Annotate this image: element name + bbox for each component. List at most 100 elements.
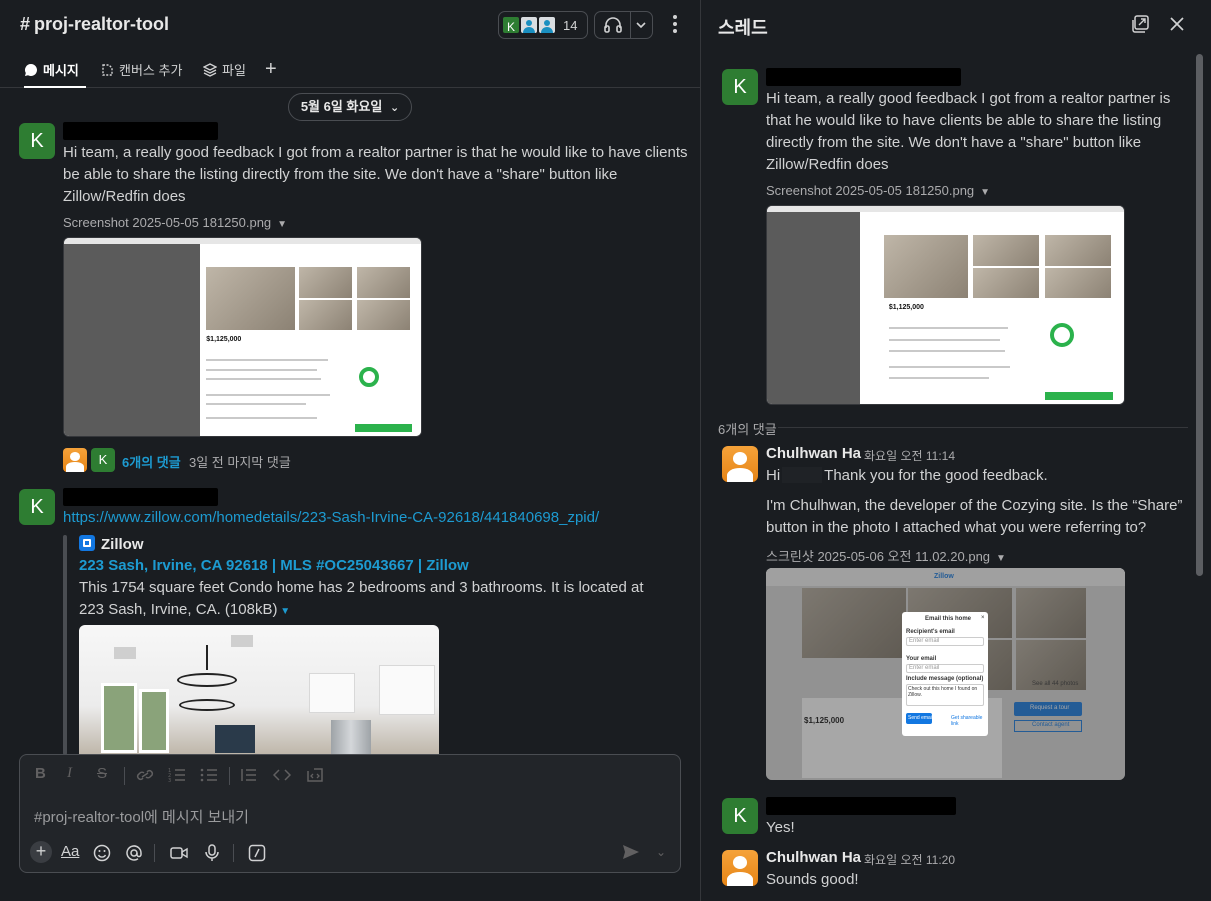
send-icon[interactable] bbox=[622, 844, 640, 860]
recipient-placeholder: Enter email bbox=[909, 638, 940, 644]
blockquote-icon[interactable] bbox=[240, 767, 258, 783]
attached-screenshot[interactable]: $1,125,000 bbox=[63, 237, 422, 437]
text-format-toggle[interactable]: Aa bbox=[61, 843, 79, 860]
channel-pane: # proj-realtor-tool K 14 메시지 캔버스 추가 파일 +… bbox=[0, 0, 701, 901]
avatar[interactable]: K bbox=[722, 798, 758, 834]
channel-name: proj-realtor-tool bbox=[34, 14, 170, 34]
tab-files-label: 파일 bbox=[222, 63, 246, 78]
video-icon[interactable] bbox=[170, 845, 188, 861]
add-tab-button[interactable]: + bbox=[265, 58, 277, 81]
strikethrough-button[interactable]: S bbox=[97, 765, 107, 782]
headphones-icon bbox=[604, 17, 622, 33]
message-input[interactable]: #proj-realtor-tool에 메시지 보내기 bbox=[34, 806, 249, 827]
thread-reply-count[interactable]: 6개의 댓글 bbox=[122, 452, 181, 471]
message-value: Check out this home I found on Zillow. bbox=[908, 686, 978, 698]
unfurl-description: This 1754 square feet Condo home has 2 b… bbox=[79, 577, 649, 623]
reply-text: Yes! bbox=[766, 819, 795, 836]
reply-text-line1: Hi Thank you for the good feedback. bbox=[766, 465, 1186, 487]
date-divider[interactable]: 5월 6일 화요일 ⌄ bbox=[288, 93, 412, 121]
unfurl-border bbox=[63, 535, 67, 755]
message-label: Include message (optional) bbox=[906, 676, 984, 682]
avatar[interactable]: K bbox=[722, 69, 758, 105]
reply-text-line2: I'm Chulhwan, the developer of the Cozyi… bbox=[766, 497, 1183, 536]
avatar[interactable]: K bbox=[19, 489, 55, 525]
unfurl-title[interactable]: 223 Sash, Irvine, CA 92618 | MLS #OC2504… bbox=[79, 557, 469, 574]
thread-pane: 스레드 K Hi team, a really good feedback I … bbox=[702, 0, 1211, 901]
file-label[interactable]: Screenshot 2025-05-05 181250.png ▼ bbox=[766, 183, 990, 198]
send-options-chevron-icon[interactable]: ⌄ bbox=[656, 845, 666, 859]
caret-down-icon[interactable]: ▼ bbox=[277, 219, 287, 230]
date-caret-icon: ⌄ bbox=[389, 102, 400, 114]
file-label[interactable]: 스크린샷 2025-05-06 오전 11.02.20.png ▼ bbox=[766, 546, 1006, 565]
close-icon[interactable] bbox=[1167, 14, 1187, 34]
channel-hash: # bbox=[20, 14, 31, 34]
italic-button[interactable]: I bbox=[67, 765, 72, 782]
file-name: Screenshot 2025-05-05 181250.png bbox=[63, 215, 272, 230]
member-list-button[interactable]: K 14 bbox=[498, 11, 588, 39]
zillow-link[interactable]: https://www.zillow.com/homedetails/223-S… bbox=[63, 509, 599, 526]
replier-avatar[interactable]: K bbox=[91, 448, 115, 472]
emoji-icon[interactable] bbox=[93, 844, 111, 862]
code-icon[interactable] bbox=[273, 767, 291, 783]
caret-down-icon[interactable]: ▼ bbox=[996, 553, 1006, 564]
attached-screenshot[interactable]: $1,125,000 bbox=[766, 205, 1125, 405]
email-modal: Email this home × Recipient's email Ente… bbox=[902, 612, 988, 736]
attached-screenshot-email-modal[interactable]: Zillow $1,125,000 See all 44 photos Requ… bbox=[766, 568, 1125, 780]
thread-scrollbar[interactable] bbox=[1196, 54, 1203, 576]
huddle-button[interactable] bbox=[594, 11, 653, 39]
message-timestamp[interactable]: 화요일 오전 11:20 bbox=[864, 851, 955, 868]
member-avatar bbox=[519, 15, 539, 35]
chevron-down-icon[interactable] bbox=[636, 21, 646, 29]
reply-text: Sounds good! bbox=[766, 871, 859, 888]
microphone-icon[interactable] bbox=[204, 844, 220, 862]
more-options-icon[interactable] bbox=[668, 12, 682, 38]
member-avatar-k: K bbox=[501, 15, 521, 35]
caret-down-icon[interactable]: ▼ bbox=[980, 187, 990, 198]
tab-messages[interactable]: 메시지 bbox=[24, 60, 86, 88]
avatar[interactable]: K bbox=[19, 123, 55, 159]
recipient-label: Recipient's email bbox=[906, 629, 955, 635]
redacted-name bbox=[782, 467, 823, 483]
message-bubble-icon bbox=[24, 64, 37, 76]
shareable-link: Get shareable link bbox=[951, 715, 983, 727]
send-email-button: Send email bbox=[908, 715, 934, 721]
bulleted-list-icon[interactable] bbox=[200, 767, 218, 783]
open-in-new-window-icon[interactable] bbox=[1130, 14, 1150, 34]
unfurl-image[interactable] bbox=[79, 625, 439, 760]
thread-last-reply: 3일 전 마지막 댓글 bbox=[189, 455, 291, 470]
message-timestamp[interactable]: 화요일 오전 11:14 bbox=[864, 447, 955, 464]
sender-name[interactable]: Chulhwan Ha bbox=[766, 445, 861, 462]
tab-files[interactable]: 파일 bbox=[203, 60, 246, 88]
modal-title: Email this home bbox=[925, 616, 972, 622]
slack-app: # proj-realtor-tool K 14 메시지 캔버스 추가 파일 +… bbox=[0, 0, 1211, 901]
channel-tabs: 메시지 캔버스 추가 파일 + bbox=[0, 50, 700, 88]
message-composer: B I S 123 #proj-realtor-tool에 메시지 보내기 + … bbox=[19, 754, 681, 873]
bold-button[interactable]: B bbox=[35, 765, 46, 782]
slash-command-icon[interactable] bbox=[248, 844, 266, 862]
ordered-list-icon[interactable]: 123 bbox=[168, 767, 186, 783]
code-block-icon[interactable] bbox=[306, 767, 324, 783]
unfurl-size: (108kB) bbox=[224, 601, 278, 618]
replier-avatar[interactable] bbox=[63, 448, 87, 472]
redacted-sender-name bbox=[63, 122, 218, 140]
divider bbox=[778, 427, 1188, 428]
thread-reply-count-divider: 6개의 댓글 bbox=[718, 422, 777, 437]
shot-price: $1,125,000 bbox=[888, 304, 924, 312]
tab-add-canvas[interactable]: 캔버스 추가 bbox=[100, 60, 182, 88]
sender-name[interactable]: Chulhwan Ha bbox=[766, 849, 861, 866]
avatar[interactable] bbox=[722, 850, 758, 886]
message-text: Hi team, a really good feedback I got fr… bbox=[63, 144, 688, 205]
link-icon[interactable] bbox=[136, 767, 154, 783]
caret-down-icon[interactable]: ▼ bbox=[277, 606, 290, 617]
mention-icon[interactable] bbox=[125, 844, 143, 862]
date-divider-label: 5월 6일 화요일 bbox=[300, 99, 383, 114]
channel-title[interactable]: # proj-realtor-tool bbox=[20, 14, 169, 35]
reply-thanks: Thank you for the good feedback. bbox=[824, 467, 1048, 484]
channel-header: # proj-realtor-tool K 14 bbox=[0, 0, 700, 50]
avatar[interactable] bbox=[722, 446, 758, 482]
unfurl-site-name: Zillow bbox=[101, 536, 144, 553]
file-name: Screenshot 2025-05-05 181250.png bbox=[766, 183, 975, 198]
file-label[interactable]: Screenshot 2025-05-05 181250.png ▼ bbox=[63, 215, 287, 230]
add-attachment-button[interactable]: + bbox=[30, 841, 52, 863]
your-email-label: Your email bbox=[906, 656, 937, 662]
